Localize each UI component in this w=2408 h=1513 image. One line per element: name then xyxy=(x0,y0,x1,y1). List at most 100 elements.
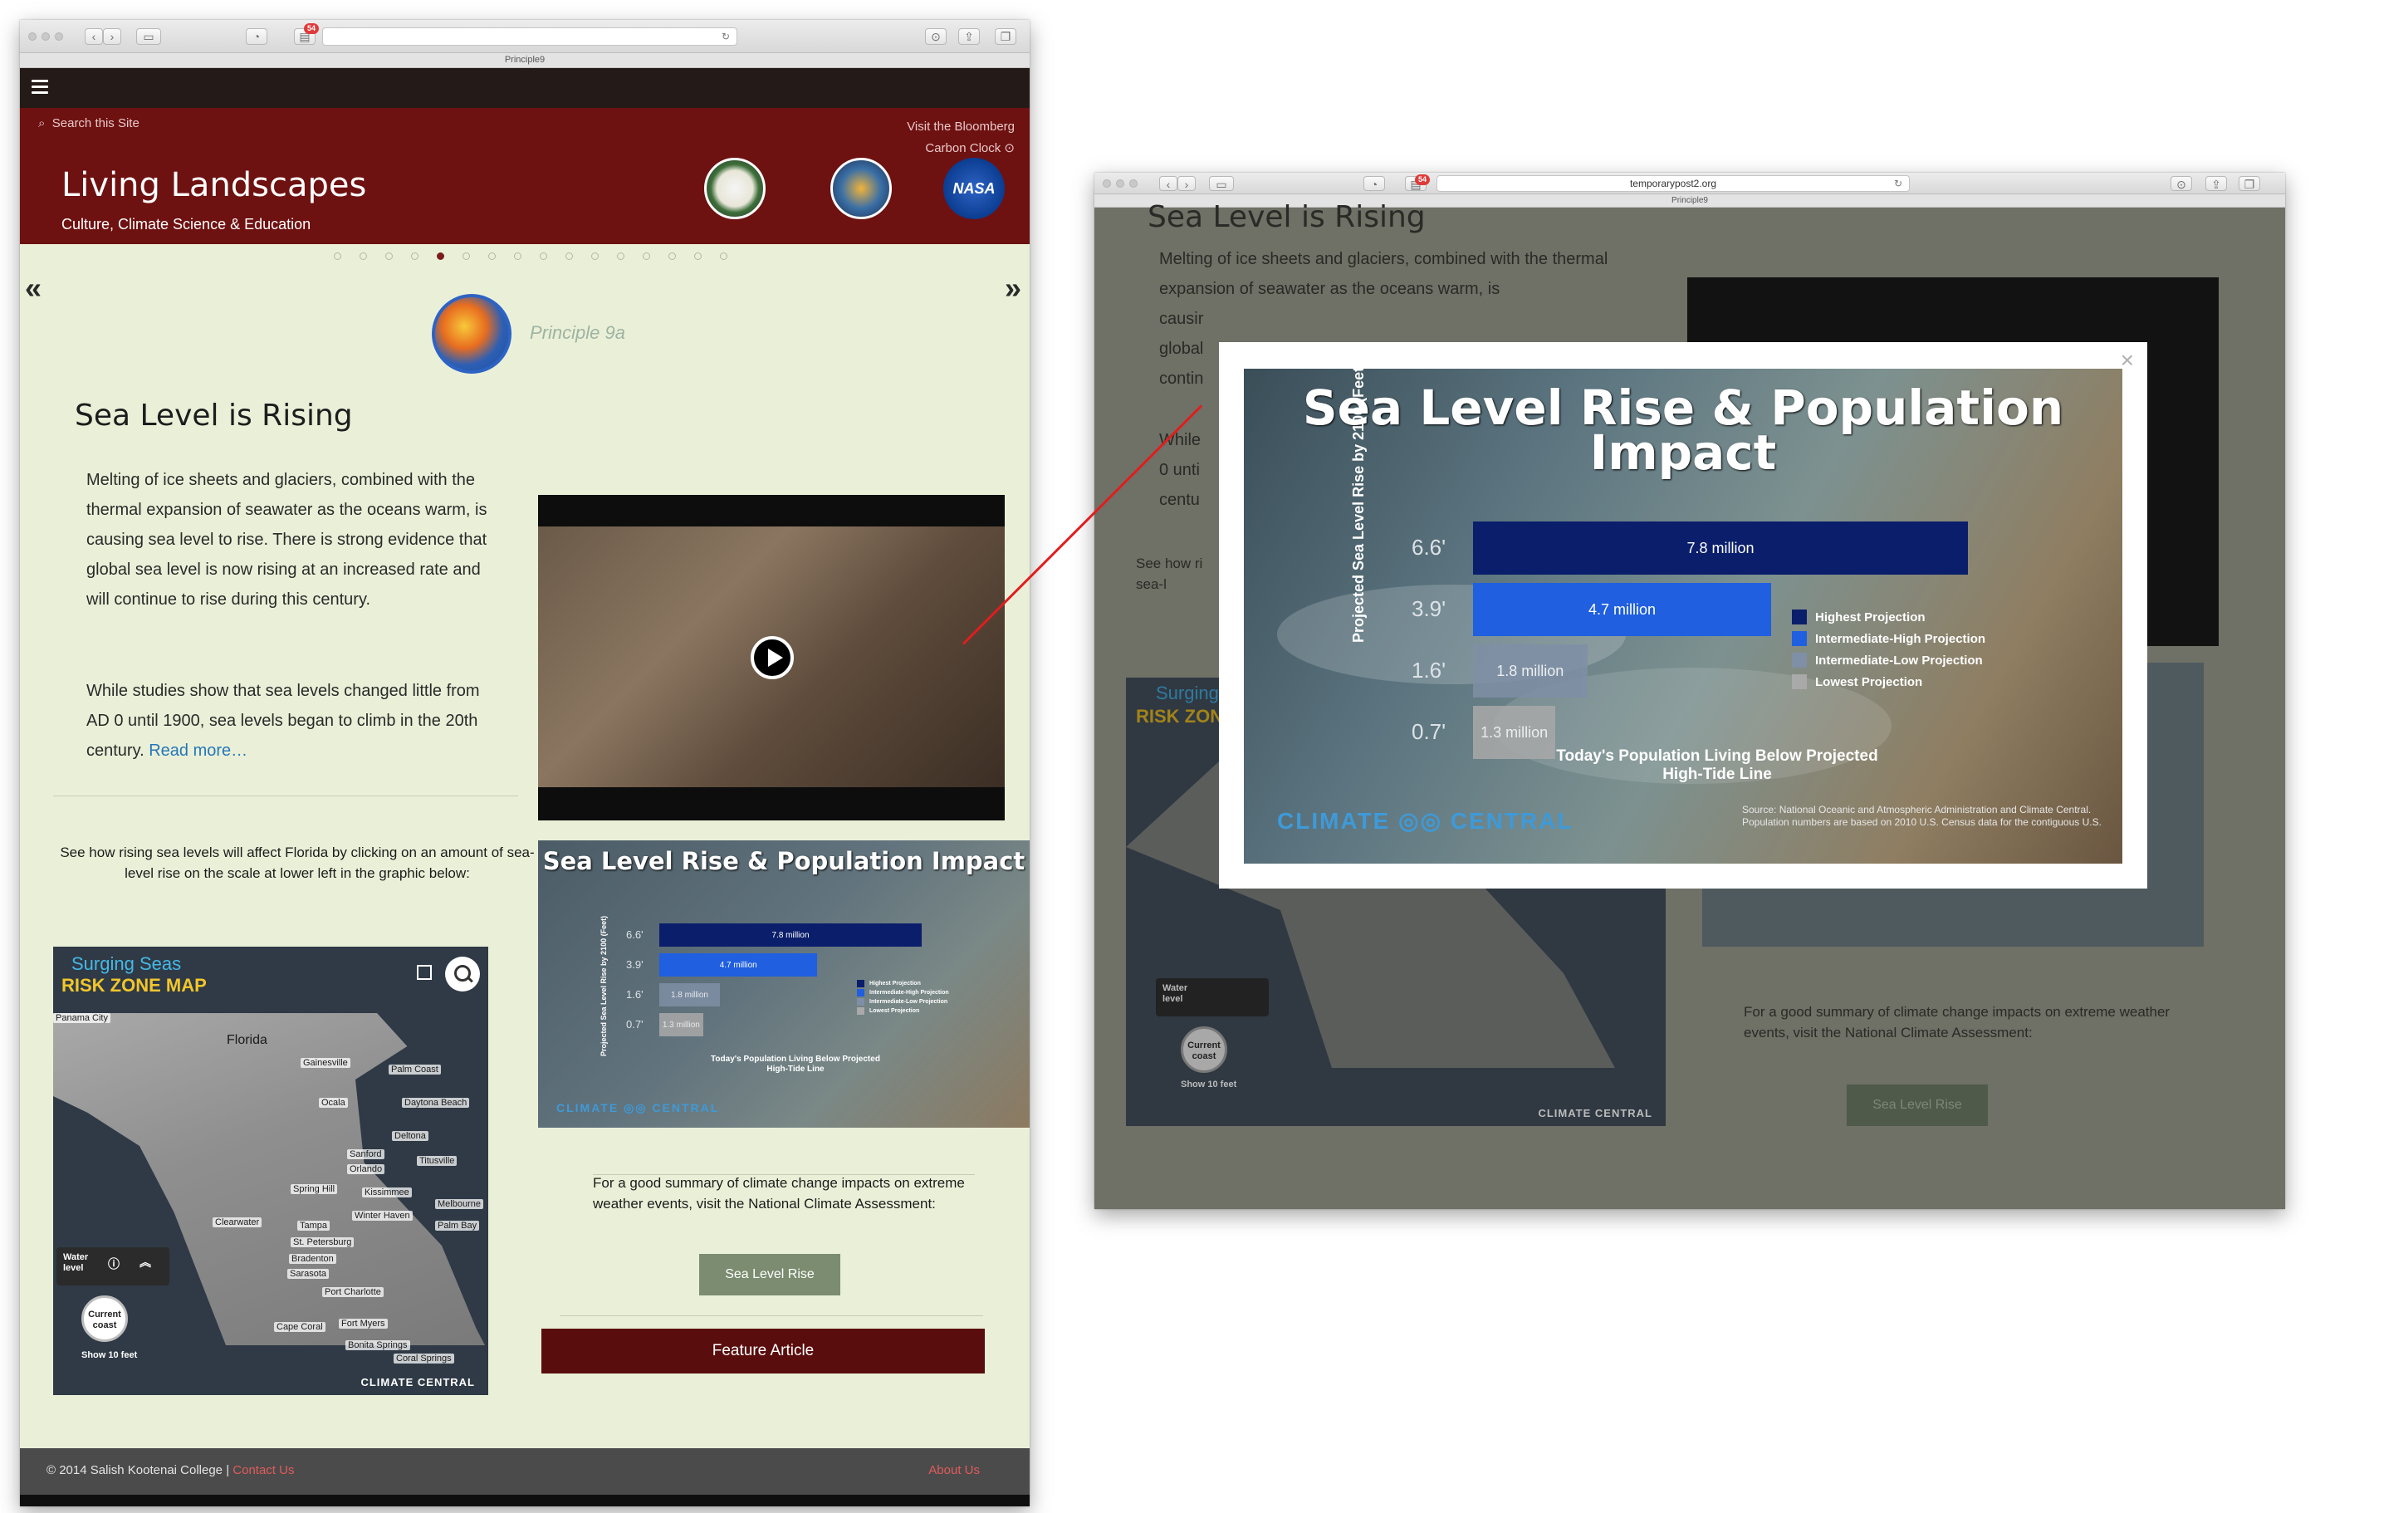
chart-bar: 4.7 million xyxy=(1473,583,1772,636)
lightbox-modal: × Sea Level Rise & Population Impact Pro… xyxy=(1219,342,2147,889)
bg-fragment: global xyxy=(1159,340,1204,358)
menu-icon[interactable] xyxy=(32,80,48,95)
feature-article-button[interactable]: Feature Article xyxy=(541,1329,985,1373)
zoom-window-button[interactable] xyxy=(1129,179,1138,188)
tab-strip: Principle9 xyxy=(20,53,1030,68)
pager-dot[interactable] xyxy=(411,252,418,260)
chart-data-label: 4.7 million xyxy=(1588,600,1657,618)
tabs-icon[interactable]: ❐ xyxy=(2239,175,2260,191)
chart-tick-label: 1.6' xyxy=(1412,658,1446,683)
address-bar[interactable]: temporarypost2.org ↻ xyxy=(1436,174,1910,192)
pager-dot-active[interactable] xyxy=(437,252,444,260)
chart-y-axis-label: Projected Sea Level Rise by 2100 (Feet) xyxy=(1350,369,1367,643)
help-icon[interactable]: ⓘ xyxy=(108,1258,120,1270)
play-icon[interactable] xyxy=(751,636,794,679)
modal-overlay[interactable]: Sea Level is Rising Melting of ice sheet… xyxy=(1094,203,2285,1209)
tabs-icon[interactable]: ❐ xyxy=(995,27,1016,45)
share-icon[interactable]: ⇪ xyxy=(958,27,980,45)
rss-icon[interactable]: ◔ xyxy=(246,27,267,45)
forward-button[interactable]: › xyxy=(103,27,121,45)
back-button[interactable]: ‹ xyxy=(1159,175,1177,191)
about-us-link[interactable]: About Us xyxy=(928,1463,980,1477)
search-link[interactable]: ⌕ Search this Site xyxy=(38,116,139,130)
address-bar[interactable]: ↻ xyxy=(322,27,737,46)
map-label: Tampa xyxy=(297,1221,330,1231)
climate-central-logo: CLIMATE CENTRAL xyxy=(360,1376,475,1388)
nasa-logo: NASA xyxy=(943,158,1005,219)
pager-dot[interactable] xyxy=(668,252,676,260)
chart-data-label: 4.7 million xyxy=(719,960,757,970)
chart-note: Today's Population Living Below Projecte… xyxy=(1556,747,1878,783)
pager-dot[interactable] xyxy=(463,252,470,260)
pager-dot[interactable] xyxy=(514,252,521,260)
pager-dot[interactable] xyxy=(385,252,393,260)
pager-dot[interactable] xyxy=(565,252,573,260)
bg-map-title: Surging xyxy=(1156,683,1219,703)
sea-level-rise-button[interactable]: Sea Level Rise xyxy=(699,1254,840,1295)
back-button[interactable]: ‹ xyxy=(85,27,103,45)
chart-title: Sea Level Rise & Population Impact xyxy=(1302,379,2064,481)
risk-zone-map[interactable]: Surging Seas RISK ZONE MAP Panama City F… xyxy=(53,947,488,1395)
legend-item: Intermediate-Low Projection xyxy=(1792,653,1985,668)
pager-dot[interactable] xyxy=(720,252,727,260)
extension-icon[interactable]: ⊙ xyxy=(925,27,947,45)
pager-dot[interactable] xyxy=(488,252,496,260)
water-level-control[interactable]: Water level ⓘ ︽ xyxy=(56,1247,169,1285)
map-label: St. Petersburg xyxy=(291,1237,355,1247)
notification-badge: 54 xyxy=(1415,174,1431,185)
map-label: Florida xyxy=(227,1033,267,1047)
map-label: Palm Coast xyxy=(389,1065,441,1075)
pager-dot[interactable] xyxy=(617,252,624,260)
sea-level-rise-graphic[interactable]: Sea Level Rise & Population Impact Proje… xyxy=(538,840,1030,1128)
site-title[interactable]: Living Landscapes xyxy=(61,166,366,204)
chart-bar: 1.8 million xyxy=(659,983,720,1006)
rss-icon[interactable]: ◔ xyxy=(1363,175,1385,191)
tab-title[interactable]: Principle9 xyxy=(505,55,545,65)
minimize-window-button[interactable] xyxy=(42,32,50,41)
chevron-up-icon[interactable]: ︽ xyxy=(139,1256,151,1268)
principle-label: Principle 9a xyxy=(530,322,625,343)
site-header: ⌕ Search this Site Visit the Bloomberg C… xyxy=(20,108,1030,244)
map-label: Palm Bay xyxy=(435,1221,480,1231)
prev-arrow-icon[interactable]: « xyxy=(25,271,42,306)
pager-dot[interactable] xyxy=(591,252,599,260)
close-window-button[interactable] xyxy=(1103,179,1111,188)
map-label: Kissimmee xyxy=(362,1187,412,1197)
sidebar-icon[interactable]: ▭ xyxy=(1209,175,1234,191)
pager-dot[interactable] xyxy=(540,252,547,260)
minimize-window-button[interactable] xyxy=(1116,179,1124,188)
tab-title[interactable]: Principle9 xyxy=(1671,196,1708,205)
bg-summary: For a good summary of climate change imp… xyxy=(1744,1004,2171,1040)
pager-dot[interactable] xyxy=(334,252,341,260)
sidebar-icon[interactable]: ▭ xyxy=(136,27,161,45)
sea-level-rise-image: Sea Level Rise & Population Impact Proje… xyxy=(1244,369,2122,864)
forward-button[interactable]: › xyxy=(1177,175,1196,191)
video-player[interactable] xyxy=(538,495,1005,820)
reload-icon[interactable]: ↻ xyxy=(722,28,730,45)
external-link-icon[interactable] xyxy=(417,965,432,980)
contact-us-link[interactable]: Contact Us xyxy=(232,1463,294,1477)
next-arrow-icon[interactable]: » xyxy=(1005,271,1021,306)
chart-data-label: 1.8 million xyxy=(670,990,708,1000)
zoom-window-button[interactable] xyxy=(55,32,63,41)
browser-toolbar: ‹ › ▭ ◔ ▤ 54 temporarypost2.org ↻ ⊙ ⇪ ❐ xyxy=(1094,173,2285,194)
current-coast-button[interactable]: Current coast xyxy=(81,1295,128,1342)
pager-dot[interactable] xyxy=(694,252,702,260)
close-icon[interactable]: × xyxy=(2121,347,2134,374)
search-icon[interactable] xyxy=(445,957,480,992)
close-window-button[interactable] xyxy=(28,32,37,41)
college-seal-logo xyxy=(704,158,766,219)
pager-dot[interactable] xyxy=(643,252,650,260)
read-more-link[interactable]: Read more… xyxy=(149,742,247,760)
bloomberg-link[interactable]: Visit the Bloomberg Carbon Clock ⊙ xyxy=(907,116,1015,159)
chart-source: Source: National Oceanic and Atmospheric… xyxy=(1742,804,2102,828)
extension-icon[interactable]: ⊙ xyxy=(2171,175,2192,191)
reload-icon[interactable]: ↻ xyxy=(1894,176,1902,191)
pager-dot[interactable] xyxy=(360,252,367,260)
chart-data-label: 7.8 million xyxy=(771,930,810,940)
share-icon[interactable]: ⇪ xyxy=(2205,175,2227,191)
site-subtitle: Culture, Climate Science & Education xyxy=(61,216,311,233)
map-subtitle: RISK ZONE MAP xyxy=(61,975,207,996)
map-label: Melbourne xyxy=(435,1199,483,1209)
chart-tick-label: 0.7' xyxy=(1412,719,1446,744)
